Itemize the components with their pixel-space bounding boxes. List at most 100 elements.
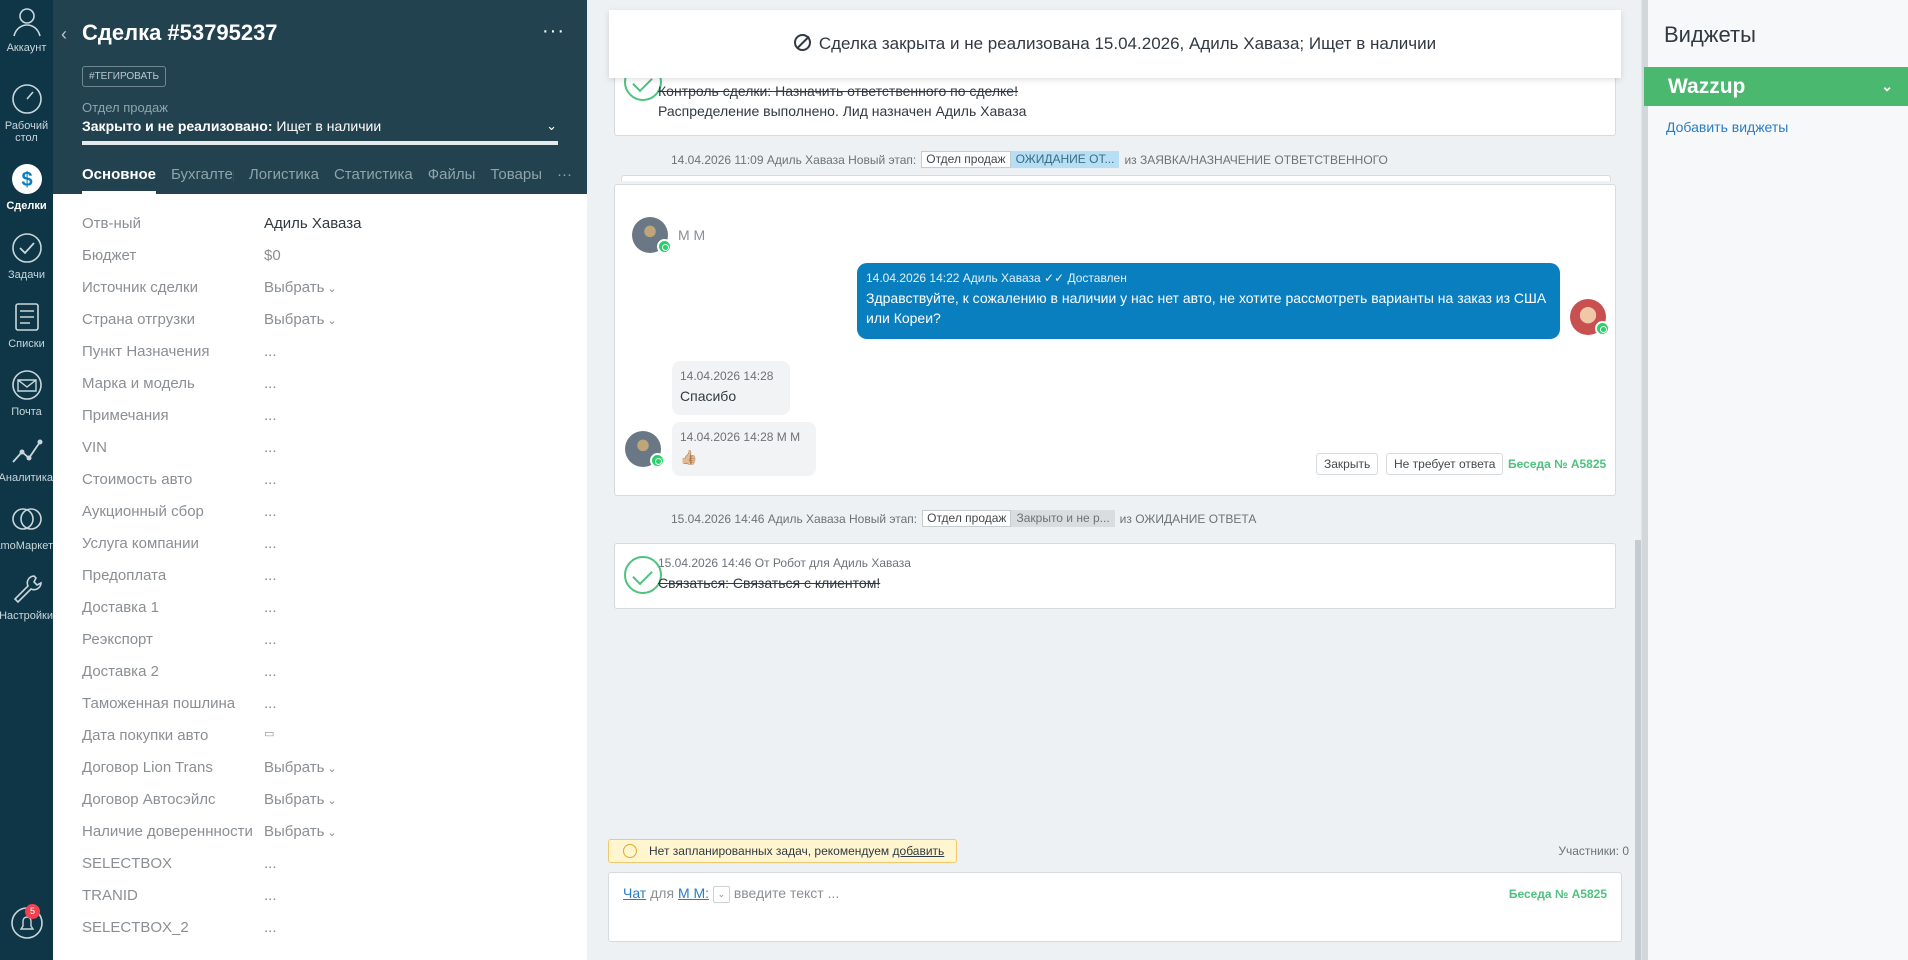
field-select[interactable]: Выбрать ⌄ xyxy=(264,759,337,776)
conversation-link[interactable]: Беседа № A5825 xyxy=(1509,887,1607,901)
field-row: VIN... xyxy=(82,434,562,466)
nav-item-settings[interactable]: Настройки xyxy=(0,572,53,622)
conversation-link[interactable]: Беседа № A5825 xyxy=(1508,457,1606,471)
field-value[interactable]: ... xyxy=(264,535,277,552)
chevron-down-icon: ⌄ xyxy=(327,763,337,775)
add-task-link[interactable]: добавить xyxy=(893,844,945,858)
field-value[interactable]: ... xyxy=(264,567,277,584)
field-value[interactable]: ... xyxy=(264,343,277,360)
field-row: Источник сделки Выбрать ⌄ xyxy=(82,274,562,306)
chevron-down-icon: ⌄ xyxy=(327,795,337,807)
field-label: Наличие довереннности xyxy=(82,823,253,840)
panel-scrollbar[interactable] xyxy=(1642,0,1648,960)
field-value[interactable]: ... xyxy=(264,663,277,680)
field-select[interactable]: Выбрать ⌄ xyxy=(264,823,337,840)
composer-input[interactable]: введите текст ... xyxy=(734,885,839,901)
nav-item-dashboard[interactable]: Рабочий стол xyxy=(0,82,53,144)
status-reason: Ищет в наличии xyxy=(276,118,382,134)
close-chat-button[interactable]: Закрыть xyxy=(1316,453,1379,475)
nav-label: Рабочий стол xyxy=(4,120,49,144)
chat-type-link[interactable]: Чат xyxy=(623,885,646,901)
field-value[interactable]: ... xyxy=(264,887,277,904)
calendar-icon[interactable]: ▭ xyxy=(264,727,274,740)
chevron-down-icon[interactable]: ⌄ xyxy=(546,118,557,134)
field-select[interactable]: Выбрать ⌄ xyxy=(264,279,337,296)
tab-main[interactable]: Основное xyxy=(82,166,157,194)
back-arrow-icon[interactable]: ‹ xyxy=(61,24,67,45)
field-select[interactable]: Выбрать ⌄ xyxy=(264,791,337,808)
tab-statistics[interactable]: Статистика xyxy=(334,166,413,194)
field-value[interactable]: ... xyxy=(264,503,277,520)
field-row: Доставка 1... xyxy=(82,594,562,626)
field-value[interactable]: ... xyxy=(264,407,277,424)
field-value[interactable]: ... xyxy=(264,439,277,456)
field-value[interactable]: ... xyxy=(264,375,277,392)
field-select[interactable]: Выбрать ⌄ xyxy=(264,311,337,328)
no-reply-button[interactable]: Не требует ответа xyxy=(1386,453,1504,475)
activity-feed: Сделка закрыта и не реализована 15.04.20… xyxy=(587,0,1641,960)
stage-change: 14.04.2026 11:09 Адиль Хаваза Новый этап… xyxy=(671,151,1388,168)
nav-item-deals[interactable]: $ Сделки xyxy=(0,162,53,212)
field-value[interactable]: ... xyxy=(264,599,277,616)
lists-icon xyxy=(14,303,39,331)
nav-item-account[interactable]: Аккаунт xyxy=(0,4,53,54)
stage-pipeline: Отдел продаж xyxy=(922,510,1012,527)
task-text: Связаться: Связаться с клиентом! xyxy=(658,575,881,591)
tabs-more-icon[interactable]: ··· xyxy=(557,166,572,194)
incoming-message: 14.04.2026 14:28 Спасибо xyxy=(672,361,790,415)
stage-from: из ОЖИДАНИЕ ОТВЕТА xyxy=(1119,511,1257,526)
status-select[interactable]: Закрыто и не реализовано: Ищет в наличии xyxy=(82,118,381,134)
nav-item-notifications[interactable]: 5 xyxy=(0,904,53,944)
field-label: TRANID xyxy=(82,887,138,904)
nav-item-lists[interactable]: Списки xyxy=(0,300,53,350)
tab-logistics[interactable]: Логистика xyxy=(249,166,319,194)
field-label: Доставка 1 xyxy=(82,599,159,616)
nav-item-market[interactable]: amoМаркет xyxy=(0,502,53,552)
more-menu-icon[interactable]: ··· xyxy=(542,20,565,43)
stage-meta: 15.04.2026 14:46 Адиль Хаваза Новый этап… xyxy=(671,511,918,526)
field-row: Таможенная пошлина... xyxy=(82,690,562,722)
field-row: Страна отгрузки Выбрать ⌄ xyxy=(82,306,562,338)
nav-item-mail[interactable]: Почта xyxy=(0,368,53,418)
field-value[interactable]: ... xyxy=(264,919,277,936)
field-value[interactable]: ... xyxy=(264,695,277,712)
deal-card: ‹ Сделка #53795237 ··· #ТЕГИРОВАТЬ Отдел… xyxy=(53,0,592,960)
field-value[interactable]: ... xyxy=(264,471,277,488)
field-value: Выбрать xyxy=(264,759,325,776)
task-result: Распределение выполнено. Лид назначен Ад… xyxy=(658,103,1027,119)
nav-label: Задачи xyxy=(8,269,45,281)
field-row: Реэкспорт... xyxy=(82,626,562,658)
field-value[interactable]: ... xyxy=(264,631,277,648)
chevron-down-icon[interactable]: ⌄ xyxy=(712,885,730,903)
field-row: TRANID... xyxy=(82,882,562,914)
tab-accounting[interactable]: Бухгалтерия xyxy=(171,166,234,194)
field-value[interactable]: $0 xyxy=(264,247,281,264)
field-row: Пункт Назначения... xyxy=(82,338,562,370)
tab-products[interactable]: Товары xyxy=(490,166,542,194)
nav-item-tasks[interactable]: Задачи xyxy=(0,231,53,281)
deal-title[interactable]: Сделка #53795237 xyxy=(82,20,278,46)
pipeline-name: Отдел продаж xyxy=(82,100,168,115)
field-label: Страна отгрузки xyxy=(82,311,196,328)
nav-item-analytics[interactable]: Аналитика xyxy=(0,434,53,484)
chevron-down-icon[interactable]: ⌄ xyxy=(1881,67,1893,106)
svg-text:$: $ xyxy=(21,169,32,191)
checkmark-icon xyxy=(624,556,662,594)
deal-closed-banner: Сделка закрыта и не реализована 15.04.20… xyxy=(609,10,1621,78)
field-value[interactable]: Адиль Хаваза xyxy=(264,215,361,232)
field-value[interactable]: ... xyxy=(264,855,277,872)
recipient-link[interactable]: М М: xyxy=(678,885,709,901)
incoming-message: 14.04.2026 14:28 М М 👍🏼 xyxy=(672,422,816,476)
field-row: Доставка 2... xyxy=(82,658,562,690)
nav-label: Аналитика xyxy=(0,472,53,484)
nav-label: amoМаркет xyxy=(0,540,53,552)
field-row: Отв-ный Адиль Хаваза xyxy=(82,210,562,242)
tag-button[interactable]: #ТЕГИРОВАТЬ xyxy=(82,66,167,87)
message-status: Доставлен xyxy=(1067,271,1127,285)
add-widgets-link[interactable]: Добавить виджеты xyxy=(1666,119,1788,135)
message-meta: 14.04.2026 14:28 М М xyxy=(680,430,801,444)
wazzup-widget[interactable]: Wazzup ⌄ xyxy=(1644,67,1908,106)
tab-files[interactable]: Файлы xyxy=(428,166,476,194)
deals-icon: $ xyxy=(11,164,42,194)
status-prefix: Закрыто и не реализовано: xyxy=(82,118,273,134)
